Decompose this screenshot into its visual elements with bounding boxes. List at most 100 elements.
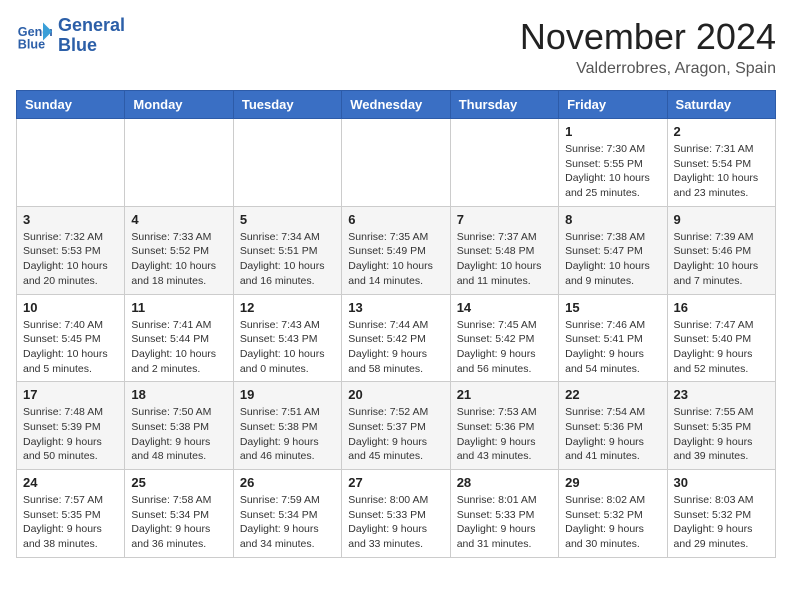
calendar-cell: 7 Sunrise: 7:37 AM Sunset: 5:48 PM Daylig… [450,206,558,294]
title-area: November 2024 Valderrobres, Aragon, Spai… [520,16,776,78]
calendar-cell: 21 Sunrise: 7:53 AM Sunset: 5:36 PM Dayli… [450,382,558,470]
location-title: Valderrobres, Aragon, Spain [520,60,776,78]
calendar-cell: 5 Sunrise: 7:34 AM Sunset: 5:51 PM Daylig… [233,206,341,294]
calendar-week-row: 10 Sunrise: 7:40 AM Sunset: 5:45 PM Dayli… [17,294,776,382]
day-info: Sunrise: 7:52 AM Sunset: 5:37 PM Dayligh… [348,405,443,464]
calendar-cell: 6 Sunrise: 7:35 AM Sunset: 5:49 PM Daylig… [342,206,450,294]
calendar-cell: 30 Sunrise: 8:03 AM Sunset: 5:32 PM Dayli… [667,470,775,558]
day-info: Sunrise: 7:38 AM Sunset: 5:47 PM Dayligh… [565,230,660,289]
day-number: 1 [565,124,660,139]
day-info: Sunrise: 7:30 AM Sunset: 5:55 PM Dayligh… [565,142,660,201]
day-number: 5 [240,212,335,227]
day-number: 3 [23,212,118,227]
calendar-week-row: 17Sunrise: 7:48 AM Sunset: 5:39 PM Dayli… [17,382,776,470]
day-info: Sunrise: 7:32 AM Sunset: 5:53 PM Dayligh… [23,230,118,289]
calendar-week-row: 24Sunrise: 7:57 AM Sunset: 5:35 PM Dayli… [17,470,776,558]
calendar-cell: 25Sunrise: 7:58 AM Sunset: 5:34 PM Dayli… [125,470,233,558]
day-number: 21 [457,387,552,402]
calendar-cell: 8 Sunrise: 7:38 AM Sunset: 5:47 PM Daylig… [559,206,667,294]
day-number: 18 [131,387,226,402]
logo-icon: General Blue [16,18,52,54]
day-info: Sunrise: 7:34 AM Sunset: 5:51 PM Dayligh… [240,230,335,289]
calendar-cell: 1 Sunrise: 7:30 AM Sunset: 5:55 PM Daylig… [559,119,667,207]
day-info: Sunrise: 7:33 AM Sunset: 5:52 PM Dayligh… [131,230,226,289]
day-number: 6 [348,212,443,227]
day-info: Sunrise: 7:31 AM Sunset: 5:54 PM Dayligh… [674,142,769,201]
calendar-cell: 22 Sunrise: 7:54 AM Sunset: 5:36 PM Dayli… [559,382,667,470]
day-info: Sunrise: 8:03 AM Sunset: 5:32 PM Dayligh… [674,493,769,552]
weekday-header-friday: Friday [559,91,667,119]
day-number: 29 [565,475,660,490]
month-title: November 2024 [520,16,776,58]
calendar-cell [342,119,450,207]
day-number: 14 [457,300,552,315]
day-number: 16 [674,300,769,315]
calendar-cell: 20Sunrise: 7:52 AM Sunset: 5:37 PM Dayli… [342,382,450,470]
calendar-cell: 13Sunrise: 7:44 AM Sunset: 5:42 PM Dayli… [342,294,450,382]
day-number: 23 [674,387,769,402]
weekday-header-monday: Monday [125,91,233,119]
calendar-cell: 14 Sunrise: 7:45 AM Sunset: 5:42 PM Dayli… [450,294,558,382]
calendar-cell: 4 Sunrise: 7:33 AM Sunset: 5:52 PM Daylig… [125,206,233,294]
calendar-cell: 16 Sunrise: 7:47 AM Sunset: 5:40 PM Dayli… [667,294,775,382]
calendar-cell: 15 Sunrise: 7:46 AM Sunset: 5:41 PM Dayli… [559,294,667,382]
logo-text: General Blue [58,16,125,56]
calendar-cell: 28 Sunrise: 8:01 AM Sunset: 5:33 PM Dayli… [450,470,558,558]
day-info: Sunrise: 7:57 AM Sunset: 5:35 PM Dayligh… [23,493,118,552]
day-number: 8 [565,212,660,227]
day-number: 4 [131,212,226,227]
calendar-cell: 18 Sunrise: 7:50 AM Sunset: 5:38 PM Dayli… [125,382,233,470]
day-number: 10 [23,300,118,315]
day-info: Sunrise: 7:39 AM Sunset: 5:46 PM Dayligh… [674,230,769,289]
day-number: 7 [457,212,552,227]
day-info: Sunrise: 7:53 AM Sunset: 5:36 PM Dayligh… [457,405,552,464]
day-info: Sunrise: 7:47 AM Sunset: 5:40 PM Dayligh… [674,318,769,377]
day-info: Sunrise: 8:01 AM Sunset: 5:33 PM Dayligh… [457,493,552,552]
day-info: Sunrise: 7:43 AM Sunset: 5:43 PM Dayligh… [240,318,335,377]
day-number: 22 [565,387,660,402]
calendar-cell: 10 Sunrise: 7:40 AM Sunset: 5:45 PM Dayli… [17,294,125,382]
weekday-header-wednesday: Wednesday [342,91,450,119]
day-number: 30 [674,475,769,490]
calendar-cell: 27 Sunrise: 8:00 AM Sunset: 5:33 PM Dayli… [342,470,450,558]
day-number: 25 [131,475,226,490]
day-info: Sunrise: 8:00 AM Sunset: 5:33 PM Dayligh… [348,493,443,552]
day-number: 28 [457,475,552,490]
calendar-table: SundayMondayTuesdayWednesdayThursdayFrid… [16,90,776,558]
day-info: Sunrise: 7:55 AM Sunset: 5:35 PM Dayligh… [674,405,769,464]
day-number: 9 [674,212,769,227]
page-header: General Blue General Blue November 2024 … [16,16,776,78]
calendar-cell: 2 Sunrise: 7:31 AM Sunset: 5:54 PM Daylig… [667,119,775,207]
calendar-cell: 12Sunrise: 7:43 AM Sunset: 5:43 PM Dayli… [233,294,341,382]
day-info: Sunrise: 7:40 AM Sunset: 5:45 PM Dayligh… [23,318,118,377]
day-info: Sunrise: 7:46 AM Sunset: 5:41 PM Dayligh… [565,318,660,377]
calendar-cell: 29 Sunrise: 8:02 AM Sunset: 5:32 PM Dayli… [559,470,667,558]
calendar-week-row: 3 Sunrise: 7:32 AM Sunset: 5:53 PM Daylig… [17,206,776,294]
calendar-cell: 9 Sunrise: 7:39 AM Sunset: 5:46 PM Daylig… [667,206,775,294]
logo-area: General Blue General Blue [16,16,125,56]
day-number: 15 [565,300,660,315]
day-info: Sunrise: 8:02 AM Sunset: 5:32 PM Dayligh… [565,493,660,552]
day-number: 2 [674,124,769,139]
calendar-cell [233,119,341,207]
day-number: 27 [348,475,443,490]
day-info: Sunrise: 7:45 AM Sunset: 5:42 PM Dayligh… [457,318,552,377]
day-number: 13 [348,300,443,315]
day-info: Sunrise: 7:50 AM Sunset: 5:38 PM Dayligh… [131,405,226,464]
calendar-cell: 26Sunrise: 7:59 AM Sunset: 5:34 PM Dayli… [233,470,341,558]
day-info: Sunrise: 7:37 AM Sunset: 5:48 PM Dayligh… [457,230,552,289]
day-number: 19 [240,387,335,402]
calendar-cell: 11Sunrise: 7:41 AM Sunset: 5:44 PM Dayli… [125,294,233,382]
day-info: Sunrise: 7:54 AM Sunset: 5:36 PM Dayligh… [565,405,660,464]
calendar-cell: 3 Sunrise: 7:32 AM Sunset: 5:53 PM Daylig… [17,206,125,294]
day-info: Sunrise: 7:35 AM Sunset: 5:49 PM Dayligh… [348,230,443,289]
calendar-header-row: SundayMondayTuesdayWednesdayThursdayFrid… [17,91,776,119]
day-info: Sunrise: 7:51 AM Sunset: 5:38 PM Dayligh… [240,405,335,464]
weekday-header-thursday: Thursday [450,91,558,119]
weekday-header-saturday: Saturday [667,91,775,119]
day-number: 11 [131,300,226,315]
calendar-cell [450,119,558,207]
calendar-cell: 17Sunrise: 7:48 AM Sunset: 5:39 PM Dayli… [17,382,125,470]
day-info: Sunrise: 7:59 AM Sunset: 5:34 PM Dayligh… [240,493,335,552]
weekday-header-tuesday: Tuesday [233,91,341,119]
